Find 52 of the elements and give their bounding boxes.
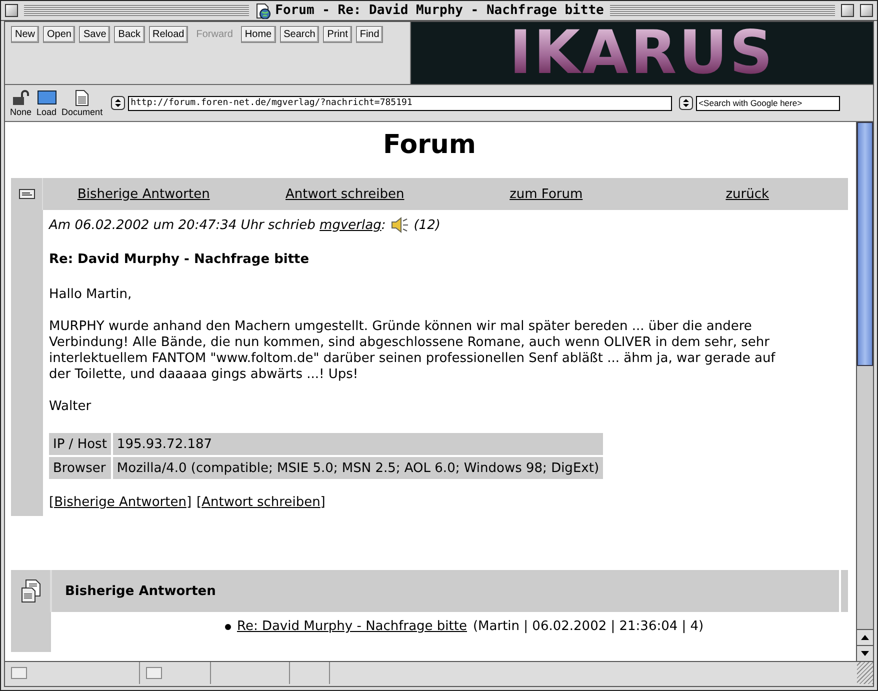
resize-grip[interactable] [857,662,873,684]
document-icon [75,90,90,106]
nav-link[interactable]: Antwort schreiben [286,186,404,202]
post-paragraph: Hallo Martin, [49,287,133,303]
toolbar-button[interactable]: Back [114,26,145,43]
toolbar-button[interactable]: Print [323,26,352,43]
post-link[interactable]: [Bisherige Antworten] [49,495,192,510]
post-link[interactable]: [Antwort schreiben] [196,495,326,510]
page-globe-icon [255,2,272,18]
reply-count: (12) [414,218,440,232]
toolbar-button[interactable]: Search [280,26,320,43]
bullet-icon [225,624,231,630]
unlocked-padlock-icon [12,90,30,106]
toolbar-button[interactable]: New [11,26,40,43]
documents-icon [20,579,42,603]
reply-link[interactable]: Re: David Murphy - Nachfrage bitte [237,619,467,634]
window-title: Forum - Re: David Murphy - Nachfrage bitte [275,3,604,18]
nav-link[interactable]: zurück [726,186,770,202]
scrollbar[interactable] [856,122,873,661]
search-field[interactable]: <Search with Google here> [696,96,840,110]
info-label: IP / Host [49,433,111,455]
toolbar-button[interactable]: Save [79,26,110,43]
collapse-box[interactable] [860,4,874,17]
envelope-icon [18,189,34,199]
post-subject: Re: David Murphy - Nachfrage bitte [49,252,310,267]
toolbar-tool[interactable]: Load [36,90,58,116]
info-value: 195.93.72.187 [112,433,604,455]
post-paragraph: Walter [49,399,92,415]
toolbar-tool[interactable]: None [9,90,33,116]
url-field[interactable]: http://forum.foren-net.de/mgverlag/?nachricht=785191 [128,96,672,110]
nav-link[interactable]: Bisherige Antworten [77,186,210,202]
dropdown-arrows-icon[interactable] [110,96,125,110]
nav-link[interactable]: zum Forum [510,186,583,202]
toolbar-tool[interactable]: Document [60,90,104,116]
close-box[interactable] [5,4,18,17]
info-label: Browser [49,457,111,479]
scrollbar-thumb[interactable] [857,122,873,366]
toolbar-button[interactable]: Home [240,26,276,43]
toolbar-button[interactable]: Open [43,26,76,43]
author-link[interactable]: mgverlag [320,218,382,232]
reply-details: (Martin | 06.02.2002 | 21:36:04 | 4) [472,619,704,634]
toolbar-button[interactable]: Reload [148,26,188,43]
speaker-icon[interactable] [390,217,409,233]
page-heading: Forum [382,130,477,160]
post-paragraph: MURPHY wurde anhand den Machern umgestellt. Gründe können wir mal später bereden ... über die andere Verbindung! Alle Bände, die nun kommen, sind abgeschlossene Romane, auch wenn OLIVER in dem sehr, sehr interlektuellem FANTOM "www.foltom.de" darüber seinen professionellen Senf abläßt ... ähm ja, war gerade auf der Toilette, und daaaaa gings abwärts ...! Ups! [49,319,776,383]
toolbar-button[interactable]: Find [356,26,384,43]
zoom-box[interactable] [841,4,854,17]
section-title: Bisherige Antworten [65,584,216,598]
info-value: Mozilla/4.0 (compatible; MSIE 5.0; MSN 2.5; AOL 6.0; Windows 98; DigExt) [112,457,604,479]
post-meta: Am 06.02.2002 um 20:47:34 Uhr schrieb mgverlag: [49,218,386,232]
dropdown-arrows-icon[interactable] [678,96,693,110]
monitor-icon [36,90,57,106]
